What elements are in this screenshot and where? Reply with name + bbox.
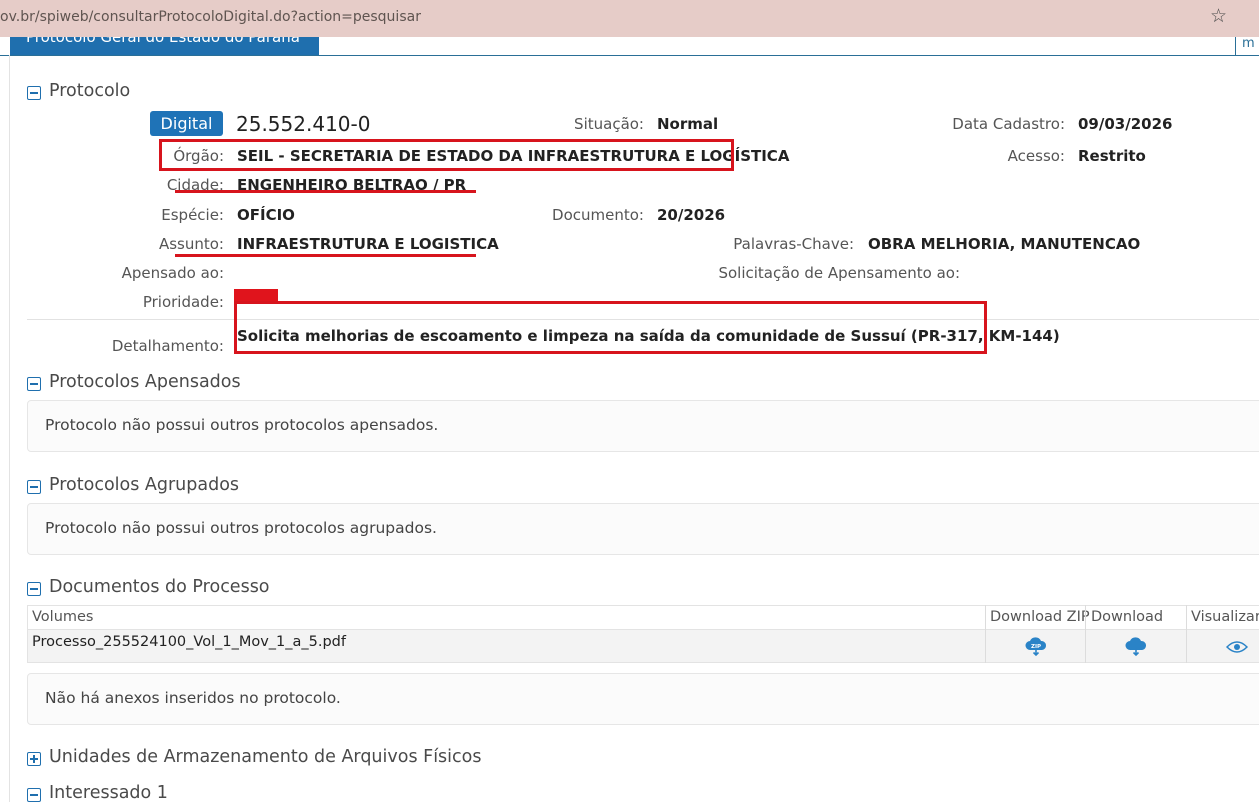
- column-header-volumes: Volumes: [32, 609, 94, 625]
- annotation-underline-assunto: [175, 254, 476, 257]
- acesso-label: Acesso:: [1007, 147, 1065, 165]
- bookmark-star-icon[interactable]: ☆: [1210, 5, 1227, 27]
- section-title-interessado: Interessado 1: [49, 783, 168, 803]
- right-tab-label: m: [1242, 37, 1255, 51]
- table-row: Processo_255524100_Vol_1_Mov_1_a_5.pdf: [27, 630, 1259, 663]
- address-bar[interactable]: ov.br/spiweb/consultarProtocoloDigital.d…: [0, 0, 1259, 37]
- collapse-protocolo-icon[interactable]: [27, 86, 41, 100]
- eye-icon[interactable]: [1226, 640, 1248, 654]
- especie-value: OFÍCIO: [237, 206, 295, 224]
- documento-label: Documento:: [552, 206, 644, 224]
- apensado-label: Apensado ao:: [121, 264, 224, 282]
- column-header-download-zip: Download ZIP: [990, 609, 1090, 625]
- section-title-documentos: Documentos do Processo: [49, 577, 270, 597]
- column-separator: [1085, 605, 1086, 663]
- apensados-panel: Protocolo não possui outros protocolos a…: [27, 400, 1259, 452]
- column-header-visualizar: Visualizar: [1191, 609, 1259, 625]
- section-title-armazenamento: Unidades de Armazenamento de Arquivos Fí…: [49, 747, 482, 767]
- column-header-download: Download: [1091, 609, 1164, 625]
- section-title-agrupados: Protocolos Agrupados: [49, 475, 240, 495]
- annotation-underline-cidade: [175, 190, 476, 193]
- digital-badge: Digital: [150, 111, 223, 136]
- documents-table-header: Volumes Download ZIP Download Visualizar: [27, 605, 1259, 630]
- situacao-value: Normal: [657, 115, 719, 133]
- acesso-value: Restrito: [1078, 147, 1146, 165]
- right-tab[interactable]: m: [1235, 37, 1259, 55]
- collapse-apensados-icon[interactable]: [27, 377, 41, 391]
- collapse-interessado-icon[interactable]: [27, 788, 41, 802]
- annotation-box-orgao: [159, 139, 734, 171]
- protocol-number: 25.552.410-0: [236, 112, 371, 136]
- agrupados-message: Protocolo não possui outros protocolos a…: [45, 519, 437, 537]
- url-text[interactable]: ov.br/spiweb/consultarProtocoloDigital.d…: [0, 9, 421, 25]
- assunto-label: Assunto:: [158, 235, 224, 253]
- column-separator: [985, 605, 986, 663]
- column-separator: [1186, 605, 1187, 663]
- especie-label: Espécie:: [161, 206, 224, 224]
- anexos-panel: Não há anexos inseridos no protocolo.: [27, 673, 1259, 725]
- palavras-chave-label: Palavras-Chave:: [733, 235, 854, 253]
- apensados-message: Protocolo não possui outros protocolos a…: [45, 416, 439, 434]
- cloud-download-icon[interactable]: [1125, 637, 1147, 657]
- agrupados-panel: Protocolo não possui outros protocolos a…: [27, 503, 1259, 555]
- prioridade-label: Prioridade:: [142, 293, 224, 311]
- page-title: Protocolo Geral do Estado do Paraná: [26, 37, 300, 46]
- section-title-protocolo: Protocolo: [49, 81, 131, 101]
- palavras-chave-value: OBRA MELHORIA, MANUTENCAO: [868, 235, 1141, 253]
- collapse-agrupados-icon[interactable]: [27, 480, 41, 494]
- annotation-box-detalhamento: [234, 301, 987, 354]
- documento-value: 20/2026: [657, 206, 726, 224]
- detalhamento-label: Detalhamento:: [111, 337, 224, 355]
- section-title-apensados: Protocolos Apensados: [49, 372, 241, 392]
- situacao-label: Situação:: [574, 115, 644, 133]
- collapse-documentos-icon[interactable]: [27, 582, 41, 596]
- data-cadastro-value: 09/03/2026: [1078, 115, 1173, 133]
- zip-download-icon[interactable]: ZIP: [1025, 637, 1047, 657]
- data-cadastro-label: Data Cadastro:: [952, 115, 1065, 133]
- solicitacao-apensamento-label: Solicitação de Apensamento ao:: [718, 264, 960, 282]
- content-left-border: [9, 55, 10, 802]
- page-title-tab: Protocolo Geral do Estado do Paraná: [10, 37, 319, 55]
- svg-text:ZIP: ZIP: [1031, 644, 1041, 650]
- document-file-name: Processo_255524100_Vol_1_Mov_1_a_5.pdf: [32, 634, 346, 650]
- anexos-message: Não há anexos inseridos no protocolo.: [45, 689, 341, 707]
- assunto-value: INFRAESTRUTURA E LOGISTICA: [237, 235, 499, 253]
- expand-armazenamento-icon[interactable]: [27, 752, 41, 766]
